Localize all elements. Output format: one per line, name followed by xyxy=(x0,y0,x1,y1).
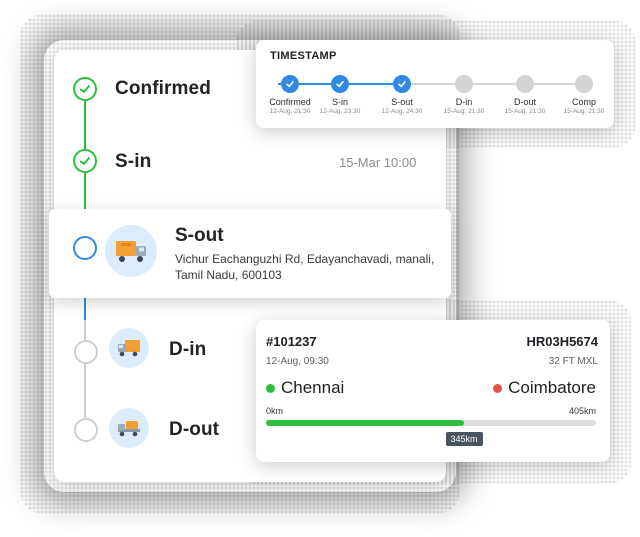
distance-progress-bar xyxy=(266,420,596,426)
timestamp-title: TIMESTAMP xyxy=(270,50,337,62)
destination-city: Coimbatore xyxy=(508,378,596,397)
timestamp-step-date: 15-Aug, 21:30 xyxy=(563,108,605,115)
timestamp-step: S-in 12-Aug, 23:30 xyxy=(310,75,370,115)
vehicle-number: HR03H5674 xyxy=(526,334,598,349)
timestamp-step-name: D-in xyxy=(455,97,473,107)
timestamp-step: Comp 15-Aug, 21:30 xyxy=(554,75,614,115)
check-icon xyxy=(393,75,411,93)
check-icon xyxy=(281,75,299,93)
origin-city: Chennai xyxy=(281,378,345,397)
timestamp-step-name: D-out xyxy=(513,97,536,107)
timestamp-step: S-out 12-Aug, 24:30 xyxy=(372,75,432,115)
origin: Chennai xyxy=(266,378,344,398)
distance-progress-fill xyxy=(266,420,464,426)
end-km: 405km xyxy=(568,406,596,416)
timestamp-step-date: 12-Aug, 23:30 xyxy=(319,108,361,115)
timestamp-step-name: Comp xyxy=(571,97,596,107)
timestamp-card: TIMESTAMP Confirmed 12-Aug, 21:30 S-in 1… xyxy=(256,40,614,128)
current-km-tooltip: 345km xyxy=(445,432,483,446)
timestamp-step-date: 15-Aug, 21:30 xyxy=(443,108,485,115)
timestamp-step: D-out 15-Aug, 21:30 xyxy=(495,75,555,115)
check-icon xyxy=(73,77,97,101)
stage-time-s-in: 15-Mar 10:00 xyxy=(339,155,417,170)
stage-address: Vichur Eachanguzhi Rd, Edayanchavadi, ma… xyxy=(175,252,435,282)
pending-dot xyxy=(516,75,534,93)
pending-node xyxy=(74,340,98,364)
timestamp-step-date: 15-Aug, 21:30 xyxy=(504,108,546,115)
active-node xyxy=(73,236,97,260)
trip-card[interactable]: #101237 12-Aug, 09:30 HR03H5674 32 FT MX… xyxy=(256,320,610,462)
origin-dot-icon xyxy=(266,383,275,393)
truck-icon xyxy=(109,408,149,448)
pending-dot xyxy=(575,75,593,93)
truck-icon xyxy=(109,328,149,368)
destination-dot-icon xyxy=(493,383,503,393)
pending-node xyxy=(74,418,98,442)
timestamp-step: D-in 15-Aug, 21:30 xyxy=(434,75,494,115)
stage-label-d-out: D-out xyxy=(169,419,220,440)
vehicle-type: 32 FT MXL xyxy=(548,356,598,367)
start-km: 0km xyxy=(266,406,284,416)
pending-dot xyxy=(455,75,473,93)
check-icon xyxy=(73,149,97,173)
stage-label-s-in: S-in xyxy=(115,151,152,172)
stage-label-s-out: S-out xyxy=(175,225,224,246)
timeline-line-pending xyxy=(84,320,86,430)
active-stage-card[interactable]: S-out Vichur Eachanguzhi Rd, Edayanchava… xyxy=(49,209,451,298)
trip-date: 12-Aug, 09:30 xyxy=(266,356,329,367)
stage-label-confirmed: Confirmed xyxy=(115,78,211,99)
truck-icon xyxy=(105,225,157,277)
timestamp-step-name: S-in xyxy=(331,97,348,107)
timestamp-step-date: 12-Aug, 24:30 xyxy=(381,108,423,115)
trip-id: #101237 xyxy=(266,334,317,349)
destination: Coimbatore xyxy=(493,378,596,398)
stage-label-d-in: D-in xyxy=(169,339,207,360)
timestamp-step-name: S-out xyxy=(391,97,413,107)
check-icon xyxy=(331,75,349,93)
